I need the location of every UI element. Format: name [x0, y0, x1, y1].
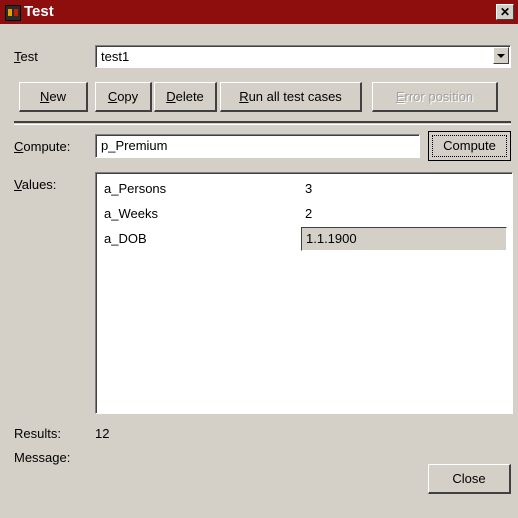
- run-all-test-cases-button[interactable]: Run all test cases: [220, 82, 362, 112]
- app-icon: [5, 5, 21, 21]
- test-select-value: test1: [101, 49, 130, 64]
- close-icon[interactable]: ✕: [496, 4, 514, 20]
- values-label: Values:: [14, 177, 57, 192]
- values-edit-field[interactable]: 1.1.1900: [301, 227, 507, 251]
- message-label: Message:: [14, 450, 71, 465]
- compute-button[interactable]: Compute: [428, 131, 511, 161]
- values-grid[interactable]: a_Persons 3 a_Weeks 2 a_DOB 1.1.1900: [95, 172, 513, 414]
- new-button[interactable]: New: [19, 82, 88, 112]
- values-row-value[interactable]: 3: [305, 181, 312, 196]
- copy-button[interactable]: Copy: [95, 82, 152, 112]
- compute-input-value: p_Premium: [101, 138, 168, 153]
- chevron-down-icon[interactable]: [493, 47, 509, 64]
- compute-input[interactable]: p_Premium: [95, 134, 420, 158]
- test-label: Test: [14, 49, 38, 64]
- values-row-name: a_DOB: [104, 231, 147, 246]
- title-bar: Test ✕: [0, 0, 518, 24]
- test-select[interactable]: test1: [95, 45, 511, 68]
- values-row-value[interactable]: 2: [305, 206, 312, 221]
- error-position-button[interactable]: Error position: [372, 82, 498, 112]
- results-value: 12: [95, 426, 110, 441]
- separator: [14, 121, 511, 123]
- values-edit-value: 1.1.1900: [306, 231, 357, 246]
- compute-label: Compute:: [14, 139, 71, 154]
- close-button[interactable]: Close: [428, 464, 511, 494]
- results-label: Results:: [14, 426, 61, 441]
- values-row-name: a_Persons: [104, 181, 167, 196]
- window-title: Test: [24, 3, 54, 20]
- delete-button[interactable]: Delete: [154, 82, 217, 112]
- values-row-name: a_Weeks: [104, 206, 158, 221]
